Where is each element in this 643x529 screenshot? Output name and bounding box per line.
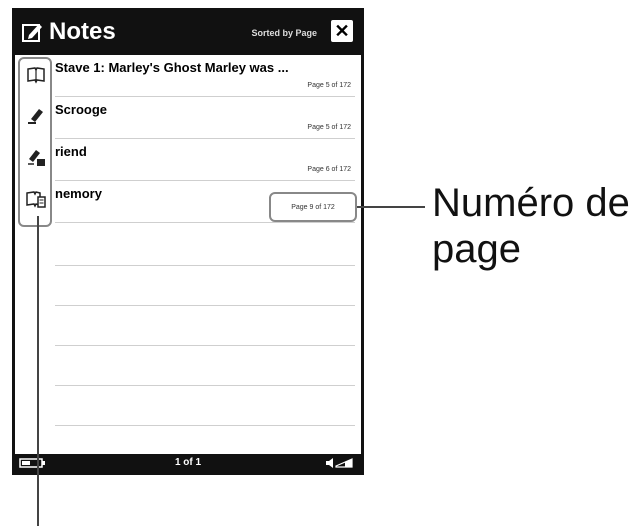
empty-row-divider [55, 385, 355, 386]
list-item[interactable]: riend Page 6 of 172 [55, 139, 355, 181]
note-text: nemory [55, 186, 102, 201]
note-page-number: Page 9 of 172 [291, 204, 335, 211]
note-page-number: Page 5 of 172 [307, 82, 351, 89]
callout-label-line-2: page [432, 227, 521, 271]
close-button[interactable]: ✕ [331, 20, 353, 42]
title-bar: Notes Sorted by Page ✕ [15, 11, 361, 55]
bookmark-icon [27, 67, 45, 84]
empty-row-divider [55, 265, 355, 266]
page-title: Notes [49, 18, 116, 45]
note-text: Stave 1: Marley's Ghost Marley was ... [55, 60, 289, 75]
notes-icon [22, 24, 42, 42]
icon-column-leader-line [37, 216, 39, 526]
text-note-icon [26, 191, 46, 208]
empty-row-divider [55, 305, 355, 306]
callout-leader-line [357, 206, 425, 208]
page-number-highlight: Page 9 of 172 [269, 192, 357, 222]
page-counter: 1 of 1 [174, 457, 202, 468]
note-text: Scrooge [55, 102, 108, 117]
empty-row-divider [55, 345, 355, 346]
note-type-icon-column [18, 57, 52, 227]
list-item[interactable]: Stave 1: Marley's Ghost Marley was ... P… [55, 55, 355, 97]
volume-icon [326, 458, 353, 468]
note-page-number: Page 6 of 172 [307, 166, 351, 173]
highlight-pen-icon [28, 109, 43, 124]
page-number-callout-label: Numéro de page [432, 180, 630, 272]
list-item[interactable]: Scrooge Page 5 of 172 [55, 97, 355, 139]
reader-screen: Notes Sorted by Page ✕ Stave 1: Marley's… [12, 8, 364, 475]
note-page-number: Page 5 of 172 [307, 124, 351, 131]
empty-row-divider [55, 425, 355, 426]
callout-label-line-1: Numéro de [432, 181, 630, 225]
status-bar: 1 of 1 [15, 454, 361, 472]
handwriting-note-icon [28, 150, 45, 166]
note-text: riend [55, 144, 87, 159]
sort-order-button[interactable]: Sorted by Page [251, 26, 317, 40]
